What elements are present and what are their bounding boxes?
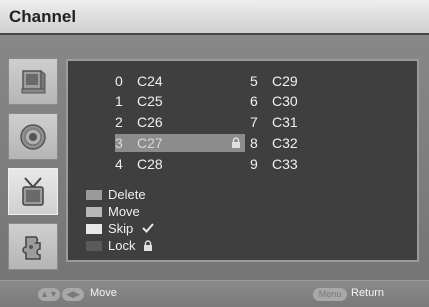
antenna-tv-icon bbox=[22, 176, 44, 206]
channel-name: C30 bbox=[272, 93, 298, 109]
title-bar: Channel bbox=[0, 0, 429, 35]
sidebar-item-sound[interactable] bbox=[8, 113, 58, 160]
channel-row[interactable]: 9 C33 bbox=[250, 155, 380, 173]
page-title: Channel bbox=[9, 7, 77, 26]
channel-row[interactable]: 4 C28 bbox=[115, 155, 245, 173]
check-icon bbox=[142, 223, 154, 233]
legend-skip: Skip bbox=[86, 221, 246, 237]
channel-row[interactable]: 1 C25 bbox=[115, 92, 245, 110]
puzzle-head-icon bbox=[22, 235, 41, 260]
channel-name: C28 bbox=[137, 156, 163, 172]
legend-label: Delete bbox=[108, 187, 146, 202]
sidebar-item-setup[interactable] bbox=[8, 223, 58, 270]
channel-number: 6 bbox=[250, 93, 258, 109]
sidebar-item-picture[interactable] bbox=[8, 58, 58, 105]
color-key-swatch bbox=[86, 224, 102, 234]
channel-number: 0 bbox=[115, 73, 123, 89]
channel-list-panel: 0 C24 1 C25 2 C26 3 C27 4 C28 5 C29 6 C3… bbox=[66, 59, 419, 262]
channel-number: 2 bbox=[115, 114, 123, 130]
footer-help-bar: ▲▼ ◀▶ Move Menu Return bbox=[0, 280, 429, 307]
updown-key-icon: ▲▼ bbox=[38, 288, 60, 301]
tv-monitor-icon bbox=[21, 69, 46, 93]
channel-number: 8 bbox=[250, 135, 258, 151]
lock-icon bbox=[232, 137, 240, 148]
channel-name: C31 bbox=[272, 114, 298, 130]
channel-number: 7 bbox=[250, 114, 258, 130]
legend-delete: Delete bbox=[86, 187, 246, 203]
channel-name: C32 bbox=[272, 135, 298, 151]
legend-lock: Lock bbox=[86, 238, 246, 254]
channel-row[interactable]: 5 C29 bbox=[250, 72, 380, 90]
leftright-key-icon: ◀▶ bbox=[62, 288, 84, 301]
channel-number: 5 bbox=[250, 73, 258, 89]
channel-number: 3 bbox=[115, 135, 123, 151]
color-key-swatch bbox=[86, 241, 102, 251]
channel-row[interactable]: 2 C26 bbox=[115, 113, 245, 131]
return-hint-label: Return bbox=[351, 287, 385, 299]
channel-name: C27 bbox=[137, 135, 163, 151]
channel-row[interactable]: 8 C32 bbox=[250, 134, 380, 152]
legend-label: Move bbox=[108, 204, 140, 219]
channel-name: C29 bbox=[272, 73, 298, 89]
sidebar bbox=[8, 58, 58, 270]
osd-screen: Channel 0 C24 1 C25 2 C26 3 C27 4 C28 5 … bbox=[0, 0, 429, 307]
channel-number: 9 bbox=[250, 156, 258, 172]
legend-label: Skip bbox=[108, 221, 134, 236]
channel-name: C24 bbox=[137, 73, 163, 89]
legend-move: Move bbox=[86, 204, 246, 220]
channel-name: C26 bbox=[137, 114, 163, 130]
channel-row[interactable]: 7 C31 bbox=[250, 113, 380, 131]
channel-number: 4 bbox=[115, 156, 123, 172]
menu-key-icon: Menu bbox=[313, 288, 347, 301]
legend-label: Lock bbox=[108, 238, 136, 253]
speaker-icon bbox=[20, 123, 46, 150]
color-key-swatch bbox=[86, 207, 102, 217]
channel-row[interactable]: 6 C30 bbox=[250, 92, 380, 110]
lock-icon bbox=[144, 240, 152, 251]
channel-row[interactable]: 0 C24 bbox=[115, 72, 245, 90]
sidebar-item-channel[interactable] bbox=[8, 168, 58, 215]
move-hint-label: Move bbox=[90, 287, 117, 299]
channel-name: C25 bbox=[137, 93, 163, 109]
channel-number: 1 bbox=[115, 93, 123, 109]
color-key-swatch bbox=[86, 190, 102, 200]
channel-row-selected[interactable]: 3 C27 bbox=[115, 134, 245, 152]
channel-name: C33 bbox=[272, 156, 298, 172]
